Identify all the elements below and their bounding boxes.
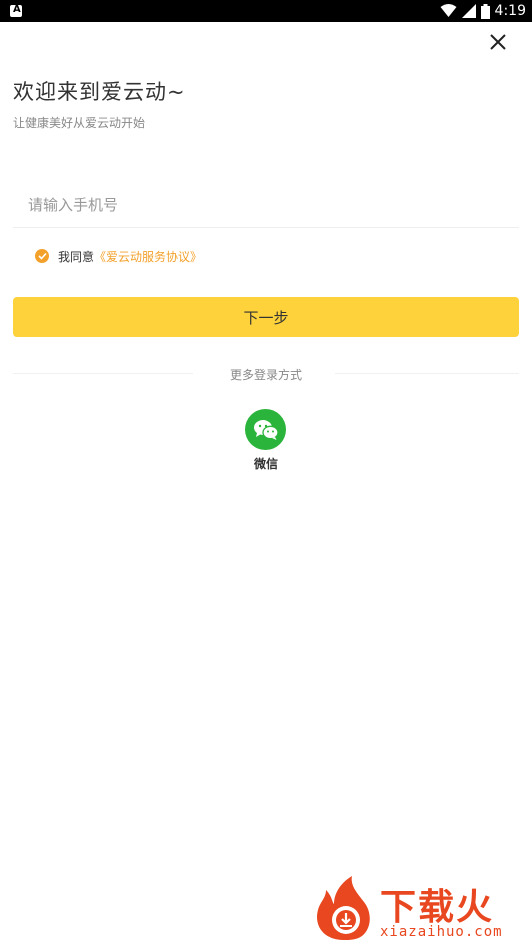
more-login-label: 更多登录方式: [229, 368, 302, 382]
wifi-icon: [440, 4, 457, 17]
close-icon: [490, 34, 506, 50]
page-title: 欢迎来到爱云动~: [13, 80, 186, 104]
agreement-row: 我同意 《爱云动服务协议》: [35, 247, 202, 265]
status-icons: 4:19: [440, 0, 526, 22]
battery-icon: [480, 3, 490, 19]
divider-right: [335, 373, 519, 374]
page-subtitle: 让健康美好从爱云动开始: [13, 116, 146, 130]
service-agreement-link[interactable]: 《爱云动服务协议》: [94, 248, 202, 265]
watermark-url: xiazaihuo.com: [380, 924, 503, 940]
app-notification-icon: [10, 4, 22, 17]
watermark: 下载火 xiazaihuo.com: [312, 876, 530, 944]
agreement-checkbox[interactable]: [35, 249, 49, 263]
signal-icon: [461, 4, 476, 18]
wechat-login-button[interactable]: [245, 409, 286, 450]
wechat-icon: [253, 419, 279, 440]
status-bar: 4:19: [0, 0, 532, 22]
watermark-text: 下载火: [380, 887, 495, 928]
wechat-label: 微信: [253, 457, 278, 471]
agreement-text: 我同意: [58, 249, 95, 264]
close-button[interactable]: [487, 31, 509, 53]
next-step-button[interactable]: 下一步: [13, 297, 519, 337]
fire-logo-icon: [317, 876, 370, 940]
check-icon: [37, 252, 47, 260]
phone-input[interactable]: [13, 182, 519, 228]
clock: 4:19: [494, 3, 526, 19]
